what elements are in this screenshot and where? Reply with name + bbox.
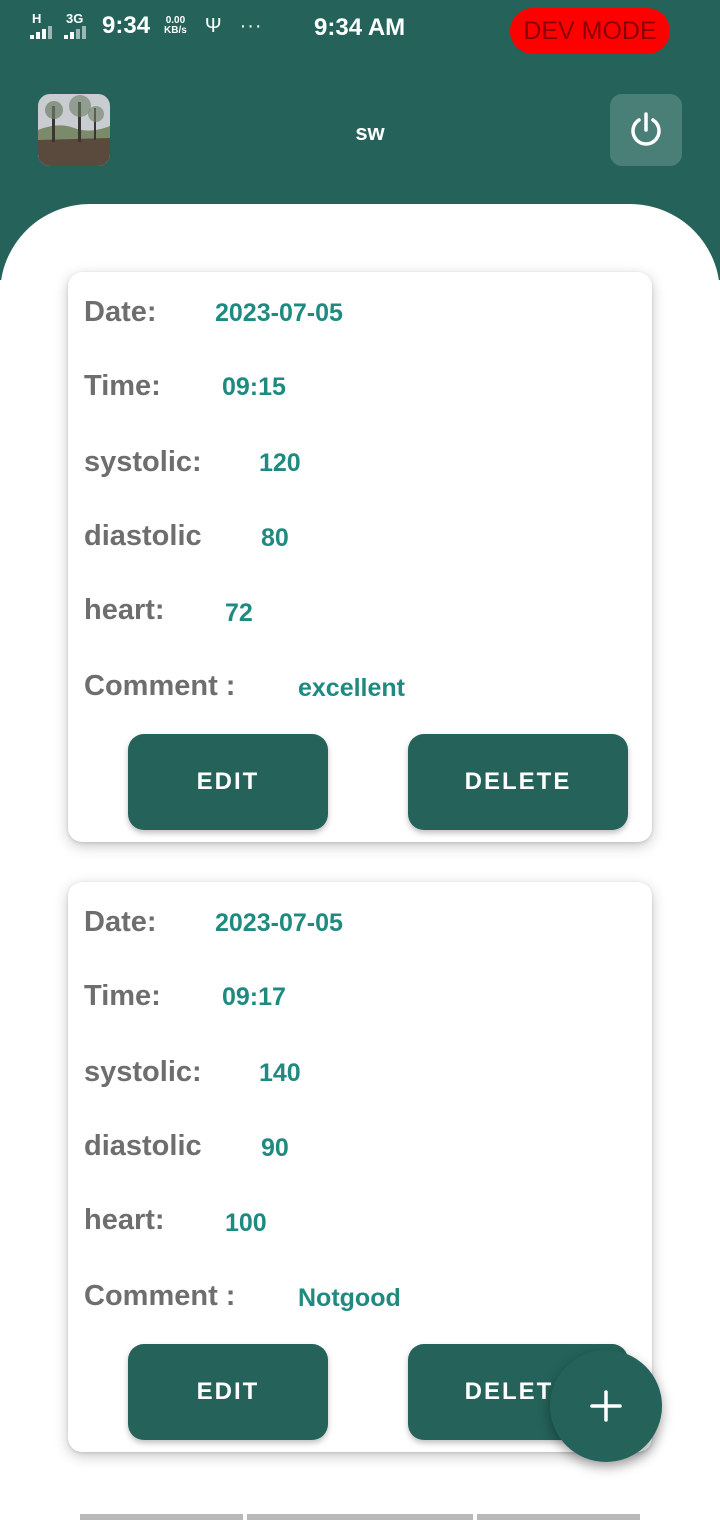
time-label: Time: [84,980,161,1012]
signal-3g-icon: 3G [64,11,90,39]
power-icon [631,112,661,146]
comment-label: Comment : [84,1280,236,1312]
diastolic-label: diastolic [84,520,202,552]
bottom-area [0,1470,720,1520]
diastolic-value: 80 [261,524,289,552]
dev-mode-badge: DEV MODE [510,8,670,54]
signal-h-icon: H [30,11,56,39]
diastolic-value: 90 [261,1134,289,1162]
profile-photo-icon [38,94,110,166]
comment-value: excellent [298,674,406,702]
date-value: 2023-07-05 [215,909,343,937]
delete-button[interactable]: DELETE [408,734,628,830]
network-type-3g: 3G [66,11,84,26]
date-value: 2023-07-05 [215,299,343,327]
comment-label: Comment : [84,670,236,702]
usb-icon: Ψ [204,14,222,37]
systolic-label: systolic: [84,1056,202,1088]
status-bar: H 3G 9:34 0.00 KB/s Ψ ··· 9:34 AM DEV MO… [0,0,720,60]
time-value: 09:15 [222,373,286,401]
heart-label: heart: [84,594,165,626]
systolic-label: systolic: [84,446,202,478]
network-type-h: H [32,11,42,26]
nav-indicator-right [477,1514,640,1520]
date-label: Date: [84,296,157,328]
status-clock: 9:34 AM [314,14,406,41]
diastolic-label: diastolic [84,1130,202,1162]
add-record-button[interactable] [550,1350,662,1462]
more-notifications-icon: ··· [239,14,263,37]
nav-indicator-left [80,1514,243,1520]
logout-button[interactable] [610,94,682,166]
heart-value: 72 [225,599,253,627]
plus-icon [590,1390,622,1422]
avatar[interactable] [38,94,110,166]
network-speed-unit: KB/s [164,25,187,36]
status-time: 9:34 [102,12,151,39]
record-card: Date: 2023-07-05 Time: 09:15 systolic: 1… [68,272,652,842]
network-speed: 0.00 KB/s [164,16,187,36]
heart-label: heart: [84,1204,165,1236]
heart-value: 100 [225,1209,267,1237]
systolic-value: 140 [259,1059,301,1087]
systolic-value: 120 [259,449,301,477]
edit-button[interactable]: EDIT [128,734,328,830]
nav-indicator-middle [247,1514,473,1520]
time-value: 09:17 [222,983,286,1011]
edit-button[interactable]: EDIT [128,1344,328,1440]
date-label: Date: [84,906,157,938]
username-title: sw [355,120,385,145]
comment-value: Notgood [298,1284,401,1312]
time-label: Time: [84,370,161,402]
